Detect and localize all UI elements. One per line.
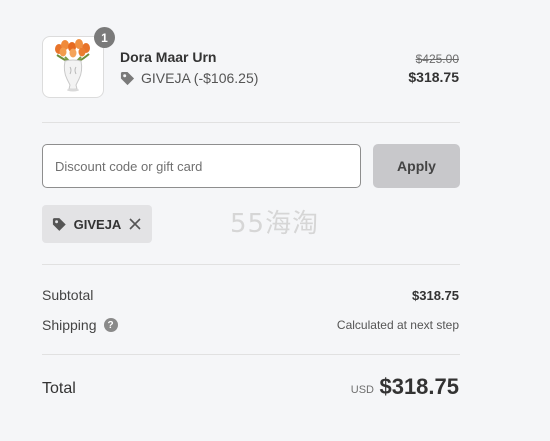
applied-discount-code: GIVEJA: [73, 216, 122, 232]
subtotal-value: $318.75: [412, 288, 459, 303]
subtotal-label: Subtotal: [42, 287, 94, 303]
tag-icon: [52, 217, 66, 231]
discount-code-input[interactable]: [42, 144, 361, 188]
shipping-value: Calculated at next step: [336, 318, 459, 332]
original-price: $425.00: [415, 52, 459, 66]
product-discount-code: GIVEJA: [141, 70, 191, 86]
shipping-row-label: Shipping ?: [42, 317, 118, 333]
total-label: Total: [42, 380, 76, 397]
shipping-label: Shipping: [42, 317, 97, 333]
tag-icon: [120, 71, 135, 85]
applied-discount-chip: GIVEJA: [42, 205, 152, 243]
vase-with-tulips-image: [55, 39, 90, 92]
product-price: $318.75: [408, 69, 459, 85]
close-icon: [129, 218, 141, 230]
currency-code: USD: [350, 384, 374, 396]
question-mark-icon[interactable]: ?: [103, 318, 118, 332]
apply-button[interactable]: Apply: [373, 144, 460, 188]
watermark: 55海淘: [230, 209, 320, 239]
product-name: Dora Maar Urn: [120, 49, 217, 65]
product-discount: GIVEJA (-$106.25): [120, 70, 258, 86]
order-summary: 1 Dora Maar Urn GIVEJA (-$106.25) $425.0…: [0, 0, 550, 441]
divider: [42, 354, 460, 355]
product-discount-amount: (-$106.25): [193, 70, 259, 86]
remove-discount-button[interactable]: [128, 217, 142, 231]
divider: [42, 122, 460, 123]
product-image: [42, 36, 104, 98]
total-amount: $318.75: [379, 374, 459, 399]
divider: [42, 264, 460, 265]
quantity-badge: 1: [94, 27, 115, 48]
